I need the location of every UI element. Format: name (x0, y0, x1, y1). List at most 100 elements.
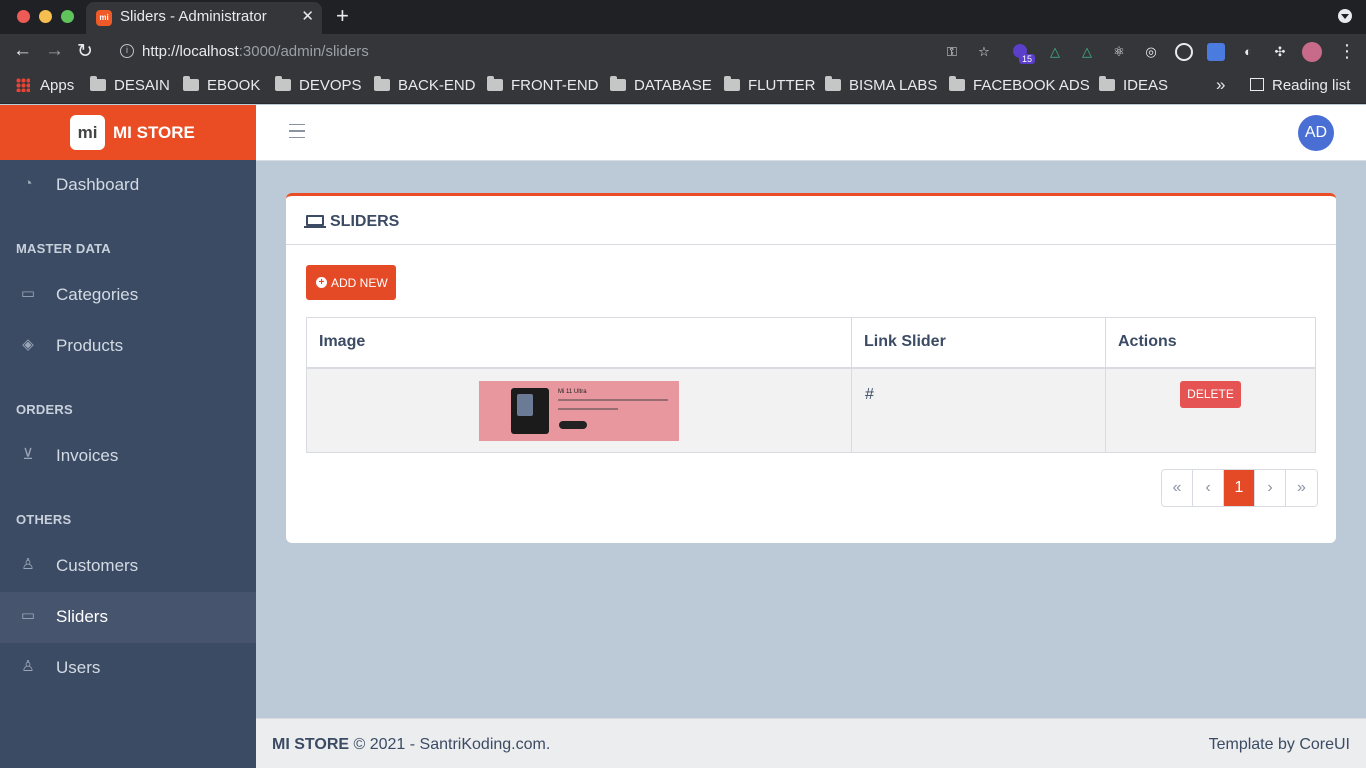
dark-mode-icon[interactable]: ◐ (1239, 43, 1257, 61)
bookmark-folder[interactable]: EBOOK (183, 76, 260, 94)
back-arrow-icon[interactable]: ← (13, 40, 32, 62)
sliders-card: SLIDERS + ADD NEW Image Link Slider Acti… (286, 193, 1336, 543)
minimize-window-button[interactable] (39, 10, 52, 23)
sliders-table: Image Link Slider Actions Mi 11 Ultra # … (306, 317, 1316, 453)
page-current-button[interactable]: 1 (1224, 470, 1255, 506)
target-icon[interactable]: ◎ (1142, 43, 1160, 61)
bookmark-folder[interactable]: BISMA LABS (825, 76, 937, 94)
sidebar-item-products[interactable]: ◈ Products (0, 321, 256, 372)
close-window-button[interactable] (17, 10, 30, 23)
speedometer-icon: ◔ (23, 175, 33, 192)
reading-list-button[interactable]: Reading list (1250, 77, 1350, 94)
mi-logo-icon: mi (70, 115, 105, 150)
browser-toolbar: ← → ↻ i http://localhost:3000/admin/slid… (0, 34, 1366, 70)
folder-icon (275, 76, 291, 91)
bookmark-folder[interactable]: FRONT-END (487, 76, 599, 94)
actions-cell: DELETE (1105, 367, 1316, 453)
bookmark-apps[interactable]: Apps (16, 77, 74, 94)
folder-icon (949, 76, 965, 91)
slider-thumbnail[interactable]: Mi 11 Ultra (479, 380, 679, 441)
user-icon: ♙ (21, 556, 35, 573)
sidebar-item-customers[interactable]: ♙ Customers (0, 541, 256, 592)
page-first-button[interactable]: « (1162, 470, 1193, 506)
bookmarks-bar: Apps DESAIN EBOOK DEVOPS BACK-END FRONT-… (0, 70, 1366, 104)
tab-close-icon[interactable]: ✕ (301, 7, 314, 25)
color-picker-icon[interactable] (1175, 43, 1193, 61)
add-new-button[interactable]: + ADD NEW (306, 265, 396, 300)
sidebar-brand[interactable]: mi MI STORE (0, 105, 256, 160)
reading-list-icon (1250, 78, 1264, 91)
delete-button[interactable]: DELETE (1180, 380, 1241, 408)
extensions-puzzle-icon[interactable]: ✣ (1271, 43, 1289, 61)
react-devtools-icon[interactable]: ⚛ (1110, 43, 1128, 61)
sidebar-item-label: Customers (56, 556, 139, 575)
browser-menu-icon[interactable]: ⋮ (1338, 41, 1356, 62)
sidebar-section-orders: ORDERS (16, 402, 73, 417)
bookmark-folder[interactable]: DESAIN (90, 76, 170, 94)
reload-icon[interactable]: ↻ (77, 40, 93, 63)
app-header: AD (256, 105, 1366, 161)
apps-grid-icon (16, 78, 30, 92)
profile-avatar[interactable] (1302, 42, 1322, 62)
extension-badge: 15 (1019, 54, 1036, 64)
vue-devtools-icon[interactable]: △ (1046, 43, 1064, 61)
bookmark-folder[interactable]: FACEBOOK ADS (949, 76, 1090, 94)
thumbnail-title: Mi 11 Ultra (558, 388, 587, 395)
vue-devtools-2-icon[interactable]: △ (1078, 43, 1096, 61)
bookmark-folder[interactable]: IDEAS (1099, 76, 1168, 94)
bookmark-folder[interactable]: DEVOPS (275, 76, 362, 94)
folder-icon (1099, 76, 1115, 91)
sidebar-item-categories[interactable]: ▭ Categories (0, 270, 256, 321)
sidebar-item-dashboard[interactable]: ◔ Dashboard (0, 160, 256, 211)
new-tab-button[interactable]: + (336, 3, 349, 29)
user-avatar[interactable]: AD (1298, 115, 1334, 151)
brand-name: MI STORE (113, 123, 195, 142)
sidebar-section-master-data: MASTER DATA (16, 241, 111, 256)
star-icon[interactable]: ☆ (975, 43, 993, 61)
sidebar-item-invoices[interactable]: ⊻ Invoices (0, 431, 256, 482)
page-last-button[interactable]: » (1286, 470, 1317, 506)
laptop-icon: ▭ (20, 607, 36, 624)
url-host: http://localhost (142, 43, 239, 60)
folder-icon (374, 76, 390, 91)
sidebar-item-label: Products (56, 336, 124, 355)
footer-brand: MI STORE (272, 736, 350, 753)
maximize-window-button[interactable] (61, 10, 74, 23)
column-header-actions: Actions (1105, 317, 1316, 369)
laptop-icon (304, 215, 326, 228)
site-info-icon[interactable]: i (120, 44, 134, 58)
forward-arrow-icon[interactable]: → (45, 40, 64, 62)
link-slider-value: # (865, 385, 874, 403)
footer-copyright: MI STORE © 2021 - SantriKoding.com. (272, 736, 550, 754)
bookmark-folder[interactable]: DATABASE (610, 76, 712, 94)
bookmark-folder[interactable]: FLUTTER (724, 76, 816, 94)
bookmarks-overflow-icon[interactable]: » (1216, 75, 1225, 95)
address-bar[interactable]: http://localhost:3000/admin/sliders (142, 43, 369, 60)
hamburger-menu-icon[interactable] (289, 124, 305, 138)
folder-icon (90, 76, 106, 91)
link-cell: # (851, 367, 1106, 453)
layers-icon: ◈ (22, 336, 34, 353)
sidebar-item-users[interactable]: ♙ Users (0, 643, 256, 694)
page-prev-button[interactable]: ‹ (1193, 470, 1224, 506)
sidebar-item-sliders[interactable]: ▭ Sliders (0, 592, 256, 643)
folder-icon: ▭ (20, 285, 36, 302)
page-next-button[interactable]: › (1255, 470, 1286, 506)
footer-credit: Template by CoreUI (1209, 736, 1350, 754)
thumbnail-text-line (558, 398, 668, 401)
key-icon[interactable]: ⚿ (943, 43, 961, 61)
bookmark-folder[interactable]: BACK-END (374, 76, 476, 94)
column-header-link-slider: Link Slider (851, 317, 1106, 369)
translate-icon[interactable] (1207, 43, 1225, 61)
pagination: « ‹ 1 › » (1161, 469, 1318, 507)
coreui-link[interactable]: CoreUI (1299, 736, 1350, 753)
browser-tab[interactable]: mi Sliders - Administrator ✕ (86, 2, 322, 34)
table-header-row: Image Link Slider Actions (306, 317, 1316, 369)
people-icon: ♙ (21, 658, 35, 675)
card-title: SLIDERS (330, 213, 400, 230)
footer: MI STORE © 2021 - SantriKoding.com. Temp… (256, 718, 1366, 768)
folder-icon (487, 76, 503, 91)
image-cell: Mi 11 Ultra (306, 367, 852, 453)
tab-search-icon[interactable] (1338, 9, 1352, 23)
folder-icon (724, 76, 740, 91)
